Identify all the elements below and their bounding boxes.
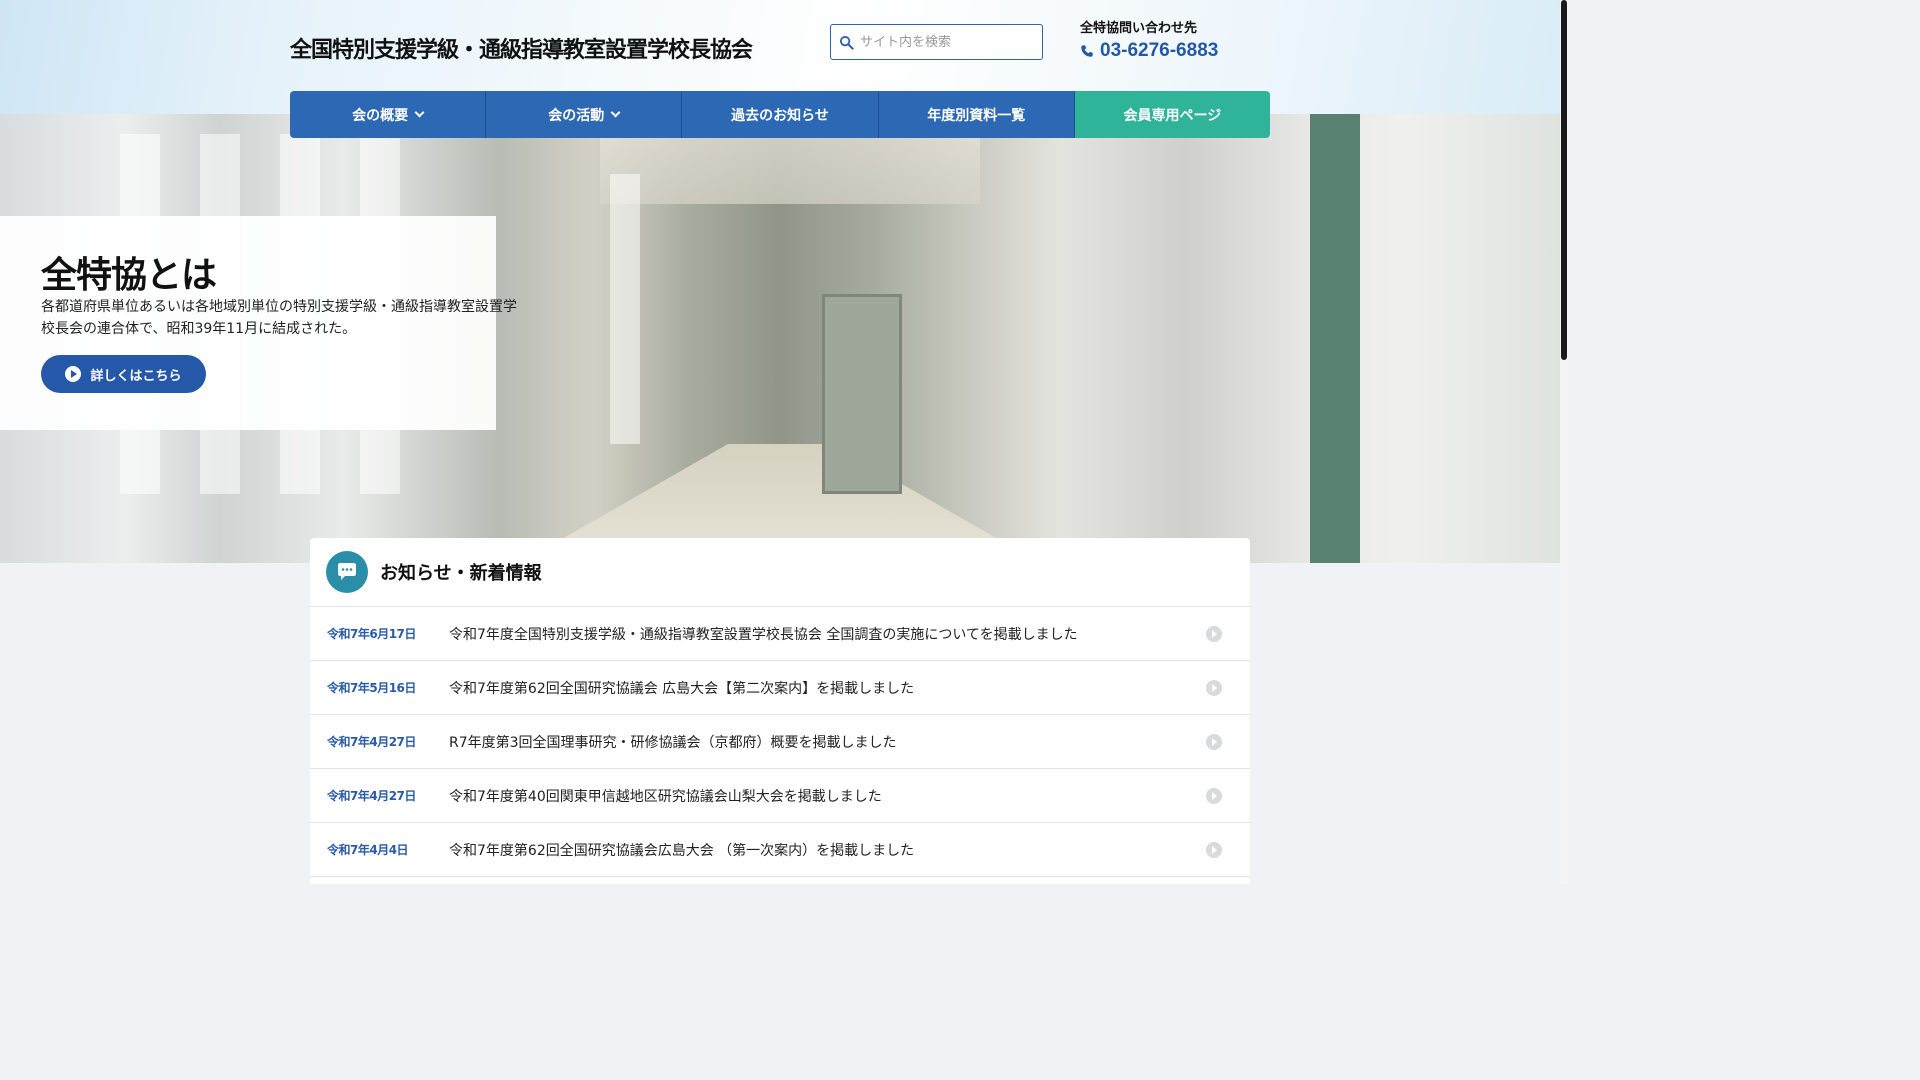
news-item[interactable]: 令和7年5月16日 令和7年度第62回全国研究協議会 広島大会【第二次案内】を掲… — [310, 661, 1250, 715]
details-button[interactable]: 詳しくはこちら — [41, 355, 206, 393]
news-item[interactable]: 令和7年6月17日 令和7年度全国特別支援学級・通級指導教室設置学校長協会 全国… — [310, 607, 1250, 661]
news-date: 令和7年4月27日 — [327, 735, 416, 749]
chat-bubble-icon — [326, 551, 368, 593]
news-text[interactable]: 令和7年度第40回関東甲信越地区研究協議会山梨大会を掲載しました — [449, 786, 882, 806]
nav-item-documents[interactable]: 年度別資料一覧 — [878, 91, 1075, 138]
hero-title: 全特協とは — [41, 255, 217, 296]
details-button-label: 詳しくはこちら — [90, 368, 182, 384]
news-date: 令和7年4月27日 — [327, 789, 416, 803]
search-box[interactable] — [830, 24, 1043, 60]
news-header: お知らせ・新着情報 — [310, 538, 1250, 607]
chevron-down-icon — [610, 107, 621, 118]
contact-label: 全特協問い合わせ先 — [1080, 21, 1198, 36]
hero-card: 全特協とは 各都道府県単位あるいは各地域別単位の特別支援学級・通級指導教室設置学… — [0, 216, 517, 430]
arrow-right-circle-icon — [1206, 842, 1222, 858]
hero-photo-door — [822, 294, 902, 494]
news-date: 令和7年4月4日 — [327, 843, 409, 857]
nav-item-past-news[interactable]: 過去のお知らせ — [682, 91, 879, 138]
nav-item-label: 会の概要 — [352, 107, 409, 124]
news-date: 令和7年6月17日 — [327, 627, 416, 641]
news-date: 令和7年5月16日 — [327, 681, 416, 695]
contact-phone-link[interactable]: 03-6276-6883 — [1080, 40, 1218, 62]
nav-item-label: 過去のお知らせ — [731, 107, 829, 124]
news-text[interactable]: 令和7年度全国特別支援学級・通級指導教室設置学校長協会 全国調査の実施についてを… — [449, 624, 1078, 644]
search-icon — [839, 35, 854, 50]
play-circle-icon — [65, 366, 82, 382]
news-text[interactable]: 令和7年度第62回全国研究協議会広島大会 （第一次案内）を掲載しました — [449, 840, 914, 860]
arrow-right-circle-icon — [1206, 734, 1222, 750]
arrow-right-circle-icon — [1206, 788, 1222, 804]
hero-description: 各都道府県単位あるいは各地域別単位の特別支援学級・通級指導教室設置学校長会の連合… — [41, 299, 517, 337]
phone-icon — [1081, 45, 1093, 57]
hero-photo-blackboard — [1310, 114, 1360, 563]
nav-item-label: 年度別資料一覧 — [927, 107, 1026, 124]
arrow-right-circle-icon — [1206, 626, 1222, 642]
contact-info: 全特協問い合わせ先 03-6276-6883 — [1080, 17, 1218, 62]
main-nav: 会の概要 会の活動 過去のお知らせ 年度別資料一覧 会員専用ページ — [290, 91, 1270, 138]
news-text[interactable]: R7年度第3回全国理事研究・研修協議会（京都府）概要を掲載しました — [449, 732, 897, 752]
news-item[interactable]: 令和7年4月27日 R7年度第3回全国理事研究・研修協議会（京都府）概要を掲載し… — [310, 715, 1250, 769]
hero-photo-window — [610, 174, 640, 444]
search-input[interactable] — [860, 34, 1040, 50]
nav-item-members[interactable]: 会員専用ページ — [1074, 91, 1270, 138]
news-item[interactable]: 令和7年4月27日 令和7年度第40回関東甲信越地区研究協議会山梨大会を掲載しま… — [310, 769, 1250, 823]
page-scrollbar[interactable] — [1560, 0, 1568, 884]
hero-banner: 全特協とは 各都道府県単位あるいは各地域別単位の特別支援学級・通級指導教室設置学… — [0, 114, 1560, 563]
news-text[interactable]: 令和7年度第62回全国研究協議会 広島大会【第二次案内】を掲載しました — [449, 678, 914, 698]
contact-phone-number: 03-6276-6883 — [1100, 40, 1219, 61]
news-title: お知らせ・新着情報 — [380, 563, 542, 584]
nav-item-about[interactable]: 会の概要 — [290, 91, 487, 138]
site-title[interactable]: 全国特別支援学級・通級指導教室設置学校長協会 — [290, 32, 753, 64]
news-panel: お知らせ・新着情報 令和7年6月17日 令和7年度全国特別支援学級・通級指導教室… — [310, 538, 1250, 884]
nav-item-label: 会の活動 — [548, 107, 605, 124]
scrollbar-thumb[interactable] — [1561, 0, 1567, 360]
news-item[interactable]: 令和7年4月4日 令和7年度第62回全国研究協議会広島大会 （第一次案内）を掲載… — [310, 823, 1250, 877]
nav-item-activities[interactable]: 会の活動 — [486, 91, 683, 138]
chevron-down-icon — [414, 107, 425, 118]
arrow-right-circle-icon — [1206, 680, 1222, 696]
nav-item-label: 会員専用ページ — [1123, 107, 1222, 124]
